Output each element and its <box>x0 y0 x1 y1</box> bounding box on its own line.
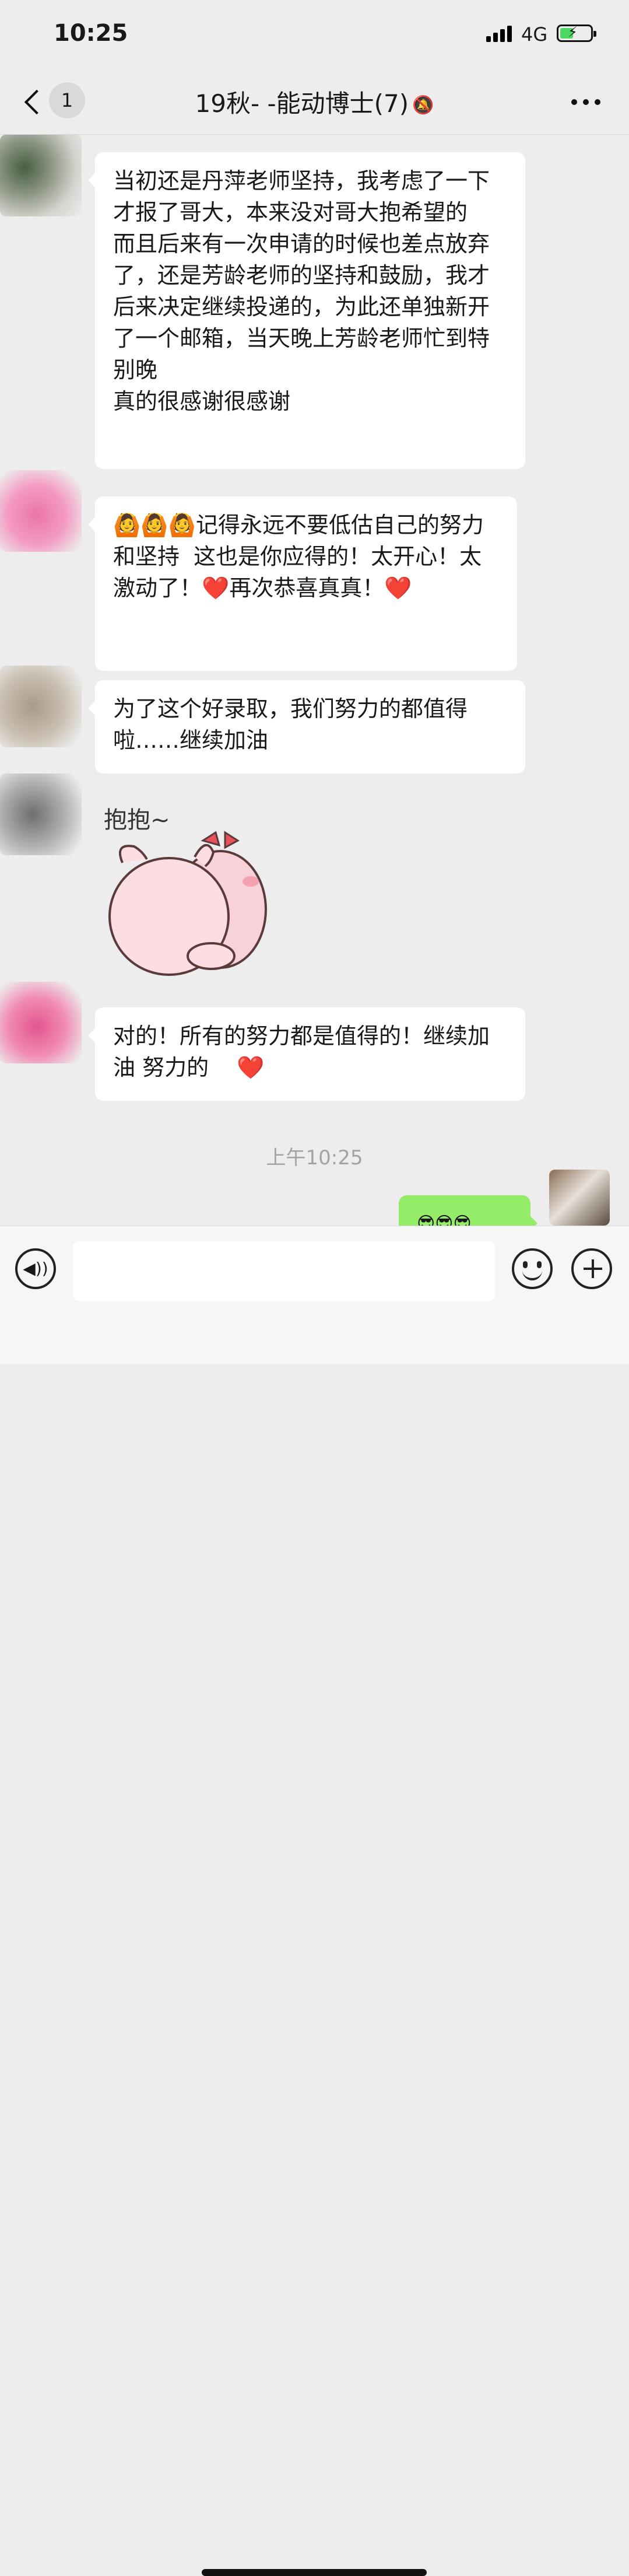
my-message-bubble[interactable]: 😎😎😎 <box>399 1195 537 1226</box>
status-time: 10:25 <box>54 20 128 47</box>
my-avatar[interactable] <box>549 1170 610 1226</box>
chat-header: 1 19秋- -能动博士(7) 🔕 <box>0 70 629 135</box>
avatar[interactable] <box>0 774 82 855</box>
voice-icon[interactable]: ◀)) <box>15 1248 56 1289</box>
network-label: 4G <box>521 23 548 46</box>
battery-icon: ⚡ <box>557 24 596 42</box>
input-bar: ◀)) <box>0 1226 629 2576</box>
bell-off-icon: 🔕 <box>412 95 434 116</box>
status-bar: 10:25 4G ⚡ <box>0 0 629 70</box>
message-list[interactable]: 当初还是丹萍老师坚持，我考虑了一下才报了哥大，本来没对哥大抱希望的 而且后来有一… <box>0 135 629 1226</box>
avatar[interactable] <box>0 982 82 1063</box>
avatar[interactable] <box>0 135 82 216</box>
signal-icon <box>486 26 515 42</box>
message-timestamp: 上午10:25 <box>266 1146 363 1170</box>
message-bubble[interactable]: 当初还是丹萍老师坚持，我考虑了一下才报了哥大，本来没对哥大抱希望的 而且后来有一… <box>88 152 525 469</box>
home-indicator[interactable] <box>202 2569 427 2576</box>
message-bubble[interactable]: 🙆🙆🙆记得永远不要低估自己的努力和坚持 这也是你应得的！太开心！太激动了！❤️再… <box>88 496 517 671</box>
avatar[interactable] <box>0 470 82 552</box>
emoji-icon[interactable] <box>512 1248 553 1289</box>
hug-sticker[interactable]: 抱抱~ <box>100 799 275 979</box>
message-bubble[interactable]: 为了这个好录取，我们努力的都值得啦……继续加油 <box>88 680 525 774</box>
sticker-text: 抱抱~ <box>104 807 170 834</box>
message-input[interactable] <box>73 1241 495 1301</box>
chat-title: 19秋- -能动博士(7) 🔕 <box>0 84 629 120</box>
avatar[interactable] <box>0 666 82 747</box>
message-bubble[interactable]: 对的！所有的努力都是值得的！继续加油 努力的 ❤️ <box>88 1007 525 1101</box>
more-icon[interactable] <box>571 99 600 106</box>
chat-title-text: 19秋- -能动博士(7) <box>195 89 409 118</box>
plus-icon[interactable] <box>571 1248 612 1289</box>
